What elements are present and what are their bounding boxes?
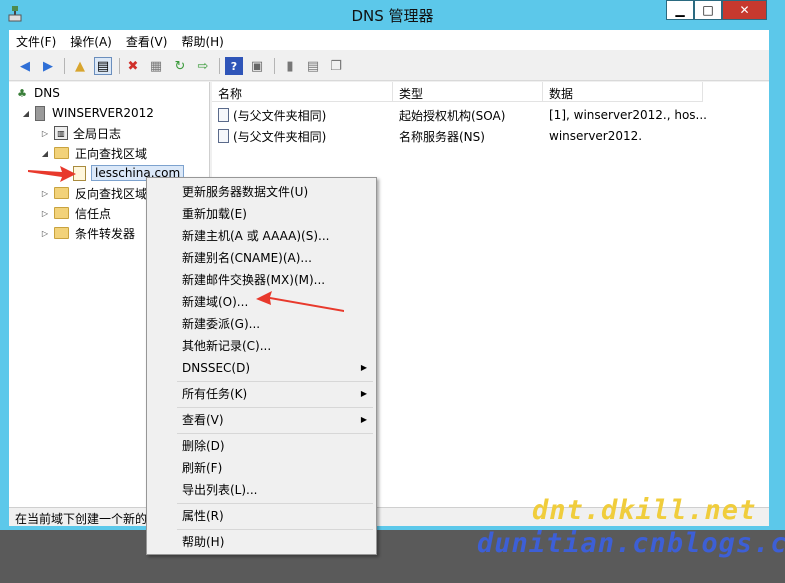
watermark-dnt-dkill: dnt.dkill.net (532, 495, 757, 526)
red-arrow-zone (28, 166, 76, 182)
watermark-dunitian: dunitian.cnblogs.com (477, 528, 785, 559)
red-arrow-new-domain (256, 291, 344, 312)
